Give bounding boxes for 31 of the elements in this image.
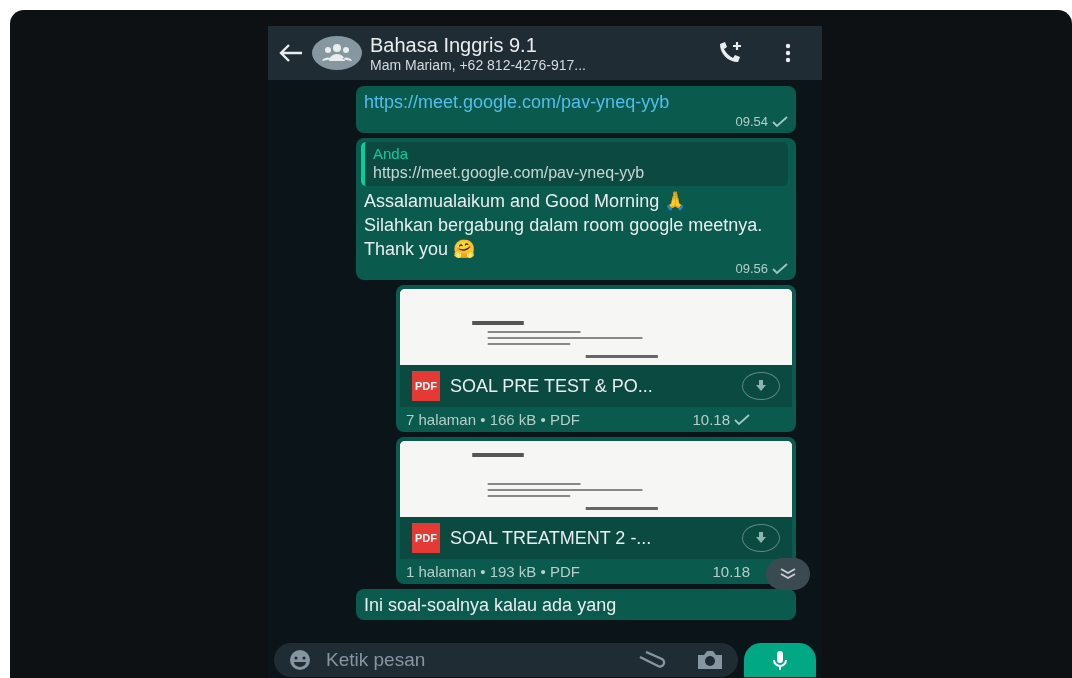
message-text: Assalamualaikum and Good Morning 🙏 Silahkan bergabung dalam room google meetnya. Thank you 🤗 [364,190,764,261]
more-options-icon[interactable] [784,43,792,63]
pdf-file-badge: PDF [412,523,440,553]
download-icon [755,532,767,544]
emoji-icon[interactable] [288,649,312,671]
scroll-down-button[interactable] [766,558,810,590]
voice-message-button[interactable] [744,643,816,677]
message-composer-field[interactable]: Ketik pesan [274,643,738,677]
document-name[interactable]: SOAL TREATMENT 2 -... [450,526,732,550]
document-info: 1 halaman • 193 kB • PDF [406,562,580,582]
microphone-icon [772,649,788,671]
group-avatar-icon[interactable] [312,36,362,70]
quote-author: Anda [373,145,410,163]
message-text: Ini soal-soalnya kalau ada yang [364,594,617,617]
message-time: 09.56 [735,260,768,278]
chat-members: Mam Mariam, +62 812-4276-917... [370,56,587,73]
back-arrow-icon[interactable] [278,43,304,63]
message-time: 10.18 [692,410,730,430]
chat-title: Bahasa Inggris 9.1 [370,33,538,57]
message-input-field[interactable]: Ketik pesan [324,648,624,672]
message-link[interactable]: https://meet.google.com/pav-yneq-yyb [364,92,670,112]
double-chevron-down-icon [779,568,797,580]
quoted-message[interactable]: Anda https://meet.google.com/pav-yneq-yyb [361,142,788,186]
message-time: 09.54 [735,113,768,131]
quote-text: https://meet.google.com/pav-yneq-yyb [373,163,646,183]
pdf-file-badge: PDF [412,371,440,401]
document-name[interactable]: SOAL PRE TEST & PO... [450,374,732,398]
document-info: 7 halaman • 166 kB • PDF [406,410,580,430]
camera-icon[interactable] [696,650,724,670]
download-icon [755,380,767,392]
message-time: 10.18 [712,562,750,582]
